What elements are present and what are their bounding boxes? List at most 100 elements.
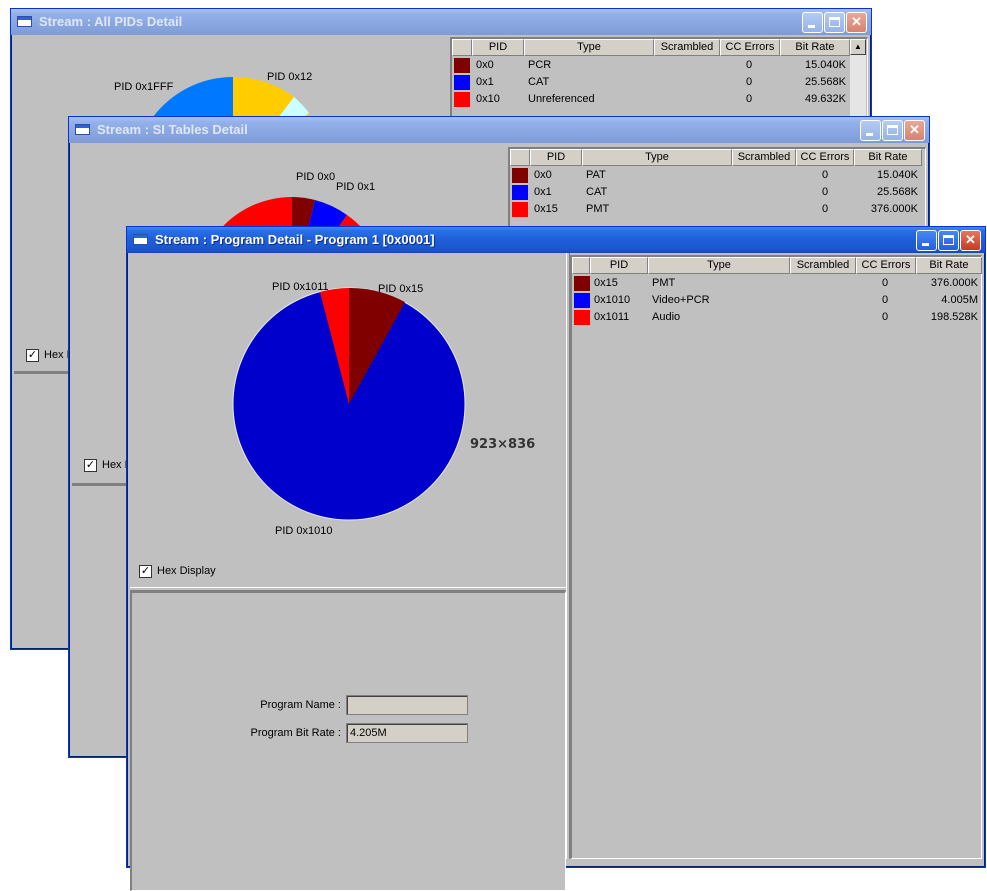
program-name-field[interactable] bbox=[346, 695, 468, 715]
cell-type: Unreferenced bbox=[528, 93, 595, 105]
cell-type: CAT bbox=[528, 76, 550, 88]
table-row[interactable]: 0x0 PAT 0 15.040K bbox=[510, 167, 925, 184]
chart-pane: PID 0x1011 PID 0x15 PID 0x1010 923×836 ✓… bbox=[130, 253, 562, 587]
titlebar[interactable]: Stream : All PIDs Detail ✕ bbox=[11, 9, 871, 35]
close-icon: ✕ bbox=[909, 122, 920, 137]
cell-type: CAT bbox=[586, 186, 608, 198]
col-header-scrambled[interactable]: Scrambled bbox=[732, 149, 796, 166]
program-pid-table[interactable]: PID Type Scrambled CC Errors Bit Rate 0x… bbox=[570, 255, 982, 859]
col-header-bit-rate[interactable]: Bit Rate bbox=[854, 149, 922, 166]
cell-bit-rate: 15.040K bbox=[877, 169, 918, 181]
col-header-scrambled[interactable]: Scrambled bbox=[654, 39, 720, 56]
program-bit-rate-field[interactable]: 4.205M bbox=[346, 723, 468, 743]
maximize-button[interactable] bbox=[882, 120, 903, 141]
window-program-detail[interactable]: Stream : Program Detail - Program 1 [0x0… bbox=[126, 226, 986, 891]
window-title: Stream : SI Tables Detail bbox=[97, 122, 248, 137]
cell-pid: 0x15 bbox=[534, 203, 558, 215]
cell-bit-rate: 25.568K bbox=[877, 186, 918, 198]
col-header-cc-errors[interactable]: CC Errors bbox=[856, 257, 916, 274]
splitter[interactable] bbox=[14, 371, 70, 374]
col-header-pid[interactable]: PID bbox=[472, 39, 524, 56]
col-header-scrambled[interactable]: Scrambled bbox=[790, 257, 856, 274]
cell-bit-rate: 25.568K bbox=[805, 76, 846, 88]
checkbox-label: Hex Display bbox=[157, 565, 216, 577]
cell-pid: 0x1 bbox=[476, 76, 494, 88]
maximize-button[interactable] bbox=[824, 12, 845, 33]
checkmark-icon[interactable]: ✓ bbox=[26, 349, 39, 362]
table-row[interactable]: 0x1 CAT 0 25.568K bbox=[510, 184, 925, 201]
window-title: Stream : All PIDs Detail bbox=[39, 14, 183, 29]
table-row[interactable]: 0x1011 Audio 0 198.528K bbox=[572, 309, 981, 326]
col-header-select[interactable] bbox=[510, 149, 530, 166]
col-header-type[interactable]: Type bbox=[524, 39, 654, 56]
checkmark-icon[interactable]: ✓ bbox=[139, 565, 152, 578]
cell-pid: 0x0 bbox=[476, 59, 494, 71]
titlebar[interactable]: Stream : SI Tables Detail ✕ bbox=[69, 117, 929, 143]
pie-label-pid-0x0: PID 0x0 bbox=[296, 171, 336, 183]
program-name-label: Program Name : bbox=[260, 699, 341, 711]
close-button[interactable]: ✕ bbox=[960, 230, 981, 251]
maximize-icon bbox=[829, 17, 840, 27]
checkmark-icon[interactable]: ✓ bbox=[84, 459, 97, 472]
cell-cc-errors: 0 bbox=[746, 93, 753, 105]
cell-bit-rate: 49.632K bbox=[805, 93, 846, 105]
close-button[interactable]: ✕ bbox=[846, 12, 867, 33]
minimize-button[interactable] bbox=[916, 230, 937, 251]
maximize-icon bbox=[887, 125, 898, 135]
window-icon bbox=[17, 16, 32, 27]
col-header-bit-rate[interactable]: Bit Rate bbox=[916, 257, 982, 274]
program-info-pane: Program Name : Program Bit Rate : 4.205M bbox=[130, 591, 566, 891]
cell-pid: 0x1010 bbox=[594, 294, 631, 306]
program-pie-chart bbox=[232, 287, 466, 521]
cell-cc-errors: 0 bbox=[882, 294, 889, 306]
col-header-cc-errors[interactable]: CC Errors bbox=[720, 39, 780, 56]
pie-label-pid-0x1010: PID 0x1010 bbox=[275, 525, 333, 537]
col-header-select[interactable] bbox=[572, 257, 590, 274]
maximize-icon bbox=[943, 235, 954, 245]
cell-pid: 0x0 bbox=[534, 169, 552, 181]
close-icon: ✕ bbox=[851, 14, 862, 29]
cell-cc-errors: 0 bbox=[746, 76, 753, 88]
cell-pid: 0x1011 bbox=[594, 311, 630, 323]
cell-cc-errors: 0 bbox=[822, 203, 829, 215]
minimize-icon bbox=[808, 25, 815, 28]
minimize-button[interactable] bbox=[802, 12, 823, 33]
table-row[interactable]: 0x15 PMT 0 376.000K bbox=[572, 275, 981, 292]
table-row[interactable]: 0x0 PCR 0 15.040K bbox=[452, 57, 867, 74]
pie-label-pid-0x1fff: PID 0x1FFF bbox=[114, 81, 174, 93]
cell-bit-rate: 4.005M bbox=[941, 294, 978, 306]
table-row[interactable]: 0x1 CAT 0 25.568K bbox=[452, 74, 867, 91]
minimize-button[interactable] bbox=[860, 120, 881, 141]
table-row[interactable]: 0x15 PMT 0 376.000K bbox=[510, 201, 925, 218]
pie-label-pid-0x1011: PID 0x1011 bbox=[272, 281, 329, 293]
col-header-type[interactable]: Type bbox=[648, 257, 790, 274]
col-header-bit-rate[interactable]: Bit Rate bbox=[780, 39, 850, 56]
cell-pid: 0x10 bbox=[476, 93, 500, 105]
cell-type: PAT bbox=[586, 169, 606, 181]
col-header-select[interactable] bbox=[452, 39, 472, 56]
cell-type: Video+PCR bbox=[652, 294, 710, 306]
col-header-type[interactable]: Type bbox=[582, 149, 732, 166]
cell-bit-rate: 15.040K bbox=[805, 59, 846, 71]
scroll-up-arrow-icon[interactable]: ▲ bbox=[850, 39, 866, 55]
client-area: PID 0x1011 PID 0x15 PID 0x1010 923×836 ✓… bbox=[130, 253, 982, 891]
window-title: Stream : Program Detail - Program 1 [0x0… bbox=[155, 232, 435, 247]
close-button[interactable]: ✕ bbox=[904, 120, 925, 141]
close-icon: ✕ bbox=[965, 232, 976, 247]
minimize-icon bbox=[922, 243, 929, 246]
col-header-pid[interactable]: PID bbox=[530, 149, 582, 166]
cell-type: PMT bbox=[652, 277, 676, 289]
color-swatch bbox=[512, 185, 528, 200]
splitter[interactable] bbox=[72, 483, 128, 486]
col-header-cc-errors[interactable]: CC Errors bbox=[796, 149, 854, 166]
cell-cc-errors: 0 bbox=[882, 277, 889, 289]
titlebar[interactable]: Stream : Program Detail - Program 1 [0x0… bbox=[127, 227, 985, 253]
window-icon bbox=[133, 234, 148, 245]
table-row[interactable]: 0x10 Unreferenced 0 49.632K bbox=[452, 91, 867, 108]
table-header: PID Type Scrambled CC Errors Bit Rate bbox=[572, 257, 982, 274]
col-header-pid[interactable]: PID bbox=[590, 257, 648, 274]
window-icon bbox=[75, 124, 90, 135]
maximize-button[interactable] bbox=[938, 230, 959, 251]
table-header: PID Type Scrambled CC Errors Bit Rate bbox=[510, 149, 925, 166]
table-row[interactable]: 0x1010 Video+PCR 0 4.005M bbox=[572, 292, 981, 309]
